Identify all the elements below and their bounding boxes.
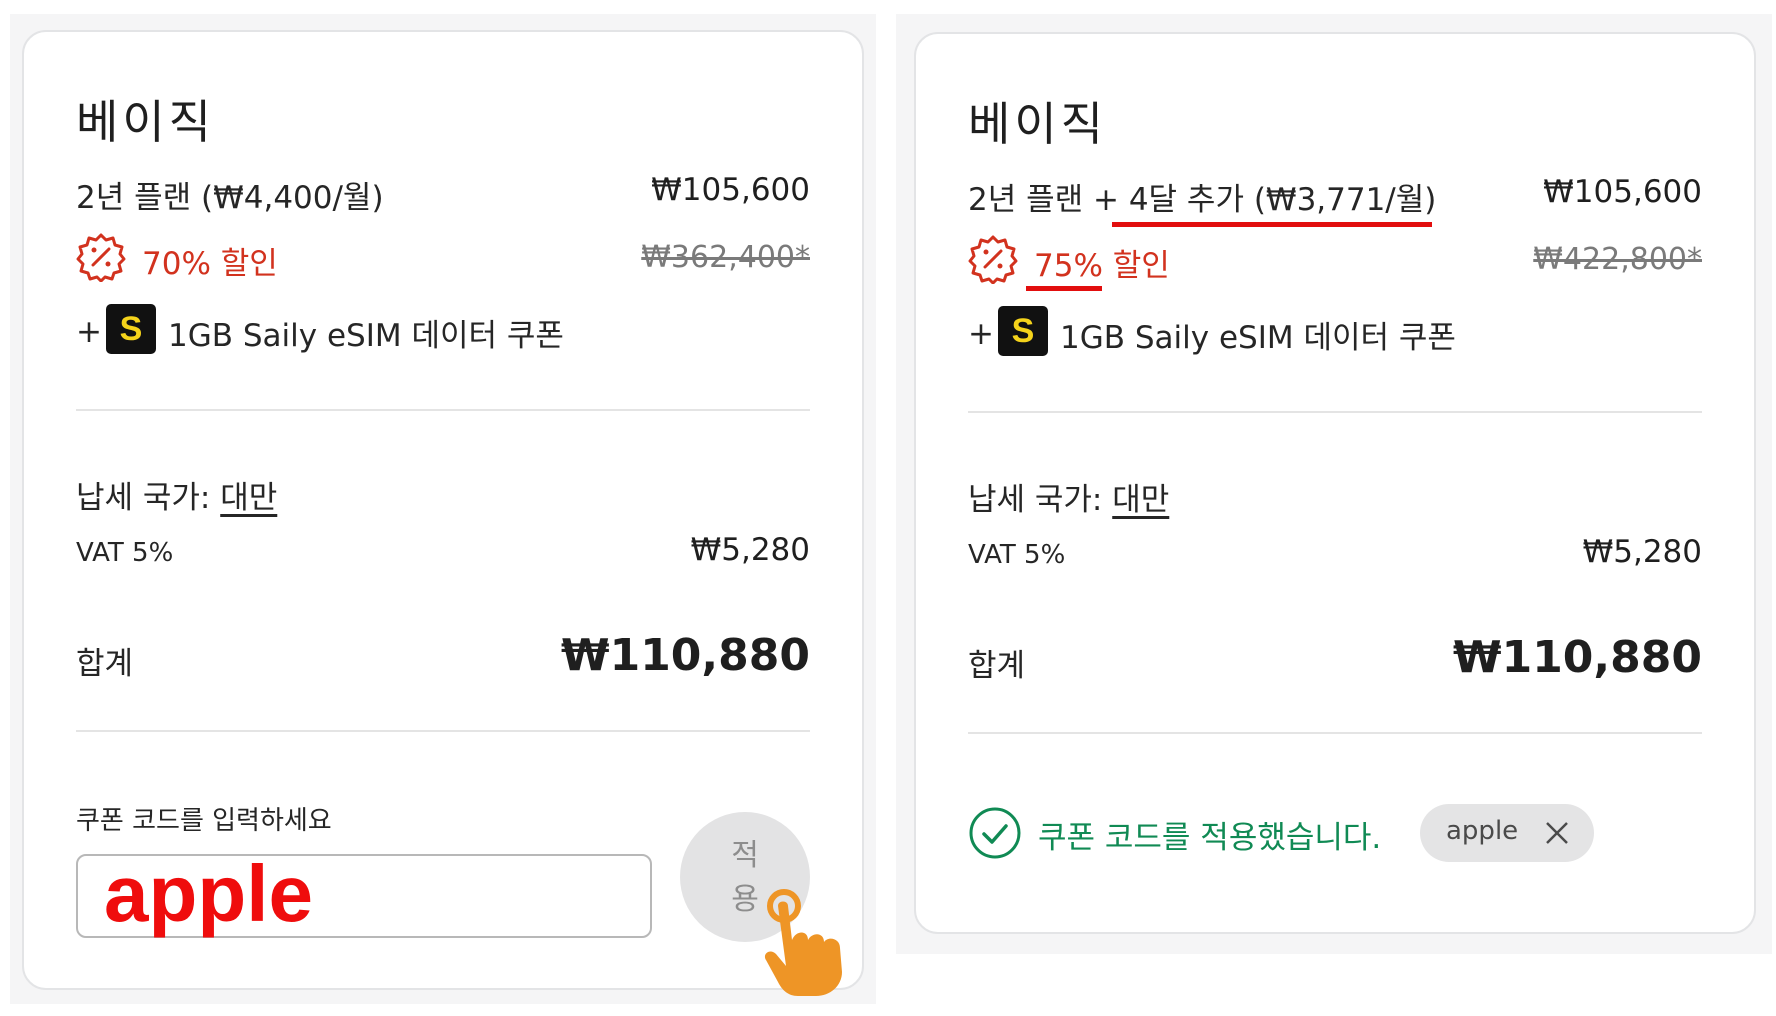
- tax-country-row: 납세 국가: 대만: [76, 472, 277, 517]
- divider: [968, 732, 1702, 734]
- plan-line-bonus: 4달 추가 (₩3,771/월): [1128, 182, 1437, 218]
- coupon-input-value: apple: [104, 849, 313, 938]
- bonus-annotation-underline: [1112, 222, 1432, 227]
- coupon-plus: +: [76, 314, 102, 350]
- discount-text: 70% 할인: [142, 246, 278, 282]
- plan-line: 2년 플랜 (₩4,400/월): [76, 180, 384, 216]
- saily-logo-icon: S: [998, 306, 1048, 356]
- coupon-text: 1GB Saily eSIM 데이터 쿠폰: [1060, 320, 1456, 356]
- discount-word: 할인: [1102, 248, 1170, 284]
- total-amount: ₩110,880: [1453, 632, 1702, 683]
- applied-coupon-chip: apple: [1420, 804, 1594, 862]
- divider: [76, 730, 810, 732]
- coupon-input[interactable]: apple: [76, 849, 652, 938]
- tax-country-row: 납세 국가: 대만: [968, 474, 1169, 519]
- original-price: ₩362,400*: [641, 240, 810, 275]
- tax-label: 납세 국가:: [76, 480, 221, 516]
- plan-price: ₩105,600: [651, 172, 810, 208]
- plan-price: ₩105,600: [1543, 174, 1702, 210]
- tax-label: 납세 국가:: [968, 482, 1113, 518]
- total-amount: ₩110,880: [561, 630, 810, 681]
- plan-line: 2년 플랜 + 4달 추가 (₩3,771/월): [968, 174, 1436, 219]
- plan-line-prefix: 2년 플랜 +: [968, 182, 1129, 218]
- vat-amount: ₩5,280: [690, 532, 810, 568]
- check-circle-icon: [968, 806, 1022, 860]
- coupon-input-label: 쿠폰 코드를 입력하세요: [76, 806, 332, 836]
- discount-text: 75% 할인: [1034, 240, 1170, 285]
- divider: [968, 411, 1702, 413]
- close-icon[interactable]: [1544, 820, 1570, 846]
- coupon-text: 1GB Saily eSIM 데이터 쿠폰: [168, 318, 564, 354]
- tax-country-link[interactable]: 대만: [1112, 482, 1169, 518]
- discount-badge-icon: [76, 232, 126, 283]
- tap-hand-icon: [764, 886, 864, 998]
- discount-percent: 75%: [1034, 248, 1103, 284]
- applied-coupon-value: apple: [1446, 816, 1519, 846]
- vat-label: VAT 5%: [968, 540, 1066, 570]
- apply-button-label-1: 적: [731, 838, 759, 873]
- discount-annotation-underline: [1026, 286, 1102, 291]
- coupon-applied-message: 쿠폰 코드를 적용했습니다.: [1038, 820, 1382, 856]
- vat-amount: ₩5,280: [1582, 534, 1702, 570]
- coupon-plus: +: [968, 316, 994, 352]
- divider: [76, 409, 810, 411]
- original-price: ₩422,800*: [1533, 242, 1702, 277]
- plan-title: 베이직: [968, 97, 1107, 151]
- total-label: 합계: [76, 646, 134, 682]
- total-label: 합계: [968, 648, 1026, 684]
- tax-country-link[interactable]: 대만: [220, 480, 277, 516]
- plan-title: 베이직: [76, 95, 215, 149]
- vat-label: VAT 5%: [76, 538, 174, 568]
- discount-badge-icon: [968, 234, 1018, 285]
- saily-logo-icon: S: [106, 304, 156, 354]
